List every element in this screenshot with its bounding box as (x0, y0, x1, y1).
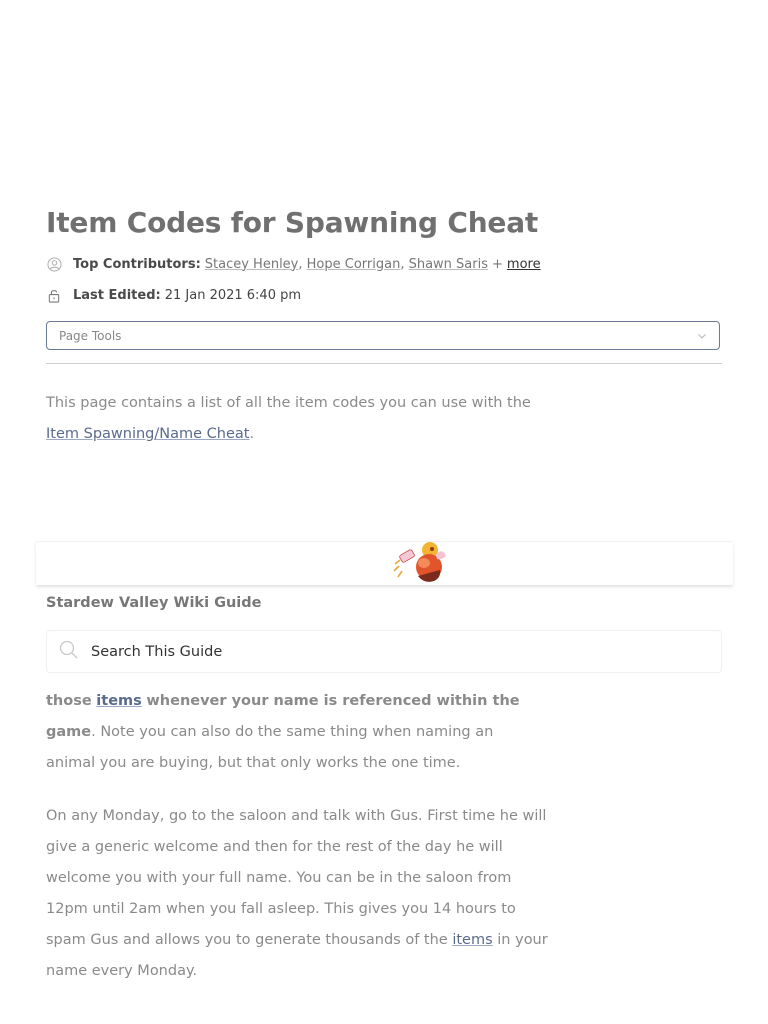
search-input[interactable] (89, 642, 653, 661)
search-icon (59, 640, 79, 664)
contributors-label: Top Contributors: (73, 256, 201, 272)
divider (46, 363, 722, 364)
items-link[interactable]: items (96, 693, 141, 709)
intro-paragraph: This page contains a list of all the ite… (46, 388, 546, 450)
body-paragraph: those items whenever your name is refere… (46, 686, 546, 779)
more-contributors-link[interactable]: more (507, 257, 541, 272)
plus-sign: + (492, 256, 503, 272)
contributors-row: Top Contributors: Stacey Henley, Hope Co… (46, 254, 541, 274)
guide-search-box[interactable] (46, 630, 722, 673)
article-page: Item Codes for Spawning Cheat Top Contri… (0, 0, 768, 1024)
body-text: . Note you can also do the same thing wh… (46, 724, 494, 771)
items-link[interactable]: items (452, 932, 492, 948)
user-circle-icon (46, 256, 62, 272)
page-title: Item Codes for Spawning Cheat (46, 206, 539, 239)
item-spawning-cheat-link[interactable]: Item Spawning/Name Cheat (46, 426, 249, 442)
last-edited-row: Last Edited: 21 Jan 2021 6:40 pm (46, 285, 301, 305)
contributor-link[interactable]: Shawn Saris (409, 257, 488, 272)
body-text: On any Monday, go to the saloon and talk… (46, 808, 547, 948)
page-tools-label: Page Tools (59, 328, 122, 343)
contributor-link[interactable]: Stacey Henley (205, 257, 299, 272)
body-paragraph: On any Monday, go to the saloon and talk… (46, 801, 556, 987)
page-tools-dropdown[interactable]: Page Tools (46, 321, 720, 350)
intro-text: This page contains a list of all the ite… (46, 395, 531, 411)
last-edited-value: 21 Jan 2021 6:40 pm (164, 287, 302, 303)
guide-mascot-image (392, 540, 450, 586)
guide-header-bar (36, 541, 733, 585)
lock-icon (46, 287, 62, 303)
intro-end: . (249, 426, 255, 442)
chevron-down-icon (697, 329, 707, 343)
guide-title: Stardew Valley Wiki Guide (46, 595, 262, 611)
contributor-link[interactable]: Hope Corrigan (307, 257, 401, 272)
bold-text: those (46, 693, 92, 709)
last-edited-label: Last Edited: (73, 287, 161, 303)
